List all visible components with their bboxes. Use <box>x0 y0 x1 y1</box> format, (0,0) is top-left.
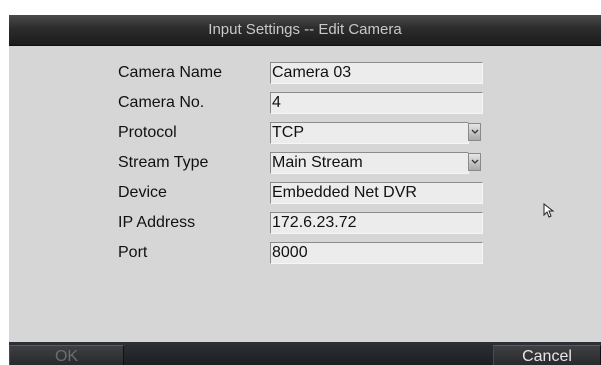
camera-name-label: Camera Name <box>118 64 223 81</box>
stream-type-label: Stream Type <box>118 154 209 171</box>
ok-button[interactable]: OK <box>9 345 124 365</box>
port-row: Port 8000 <box>9 241 601 265</box>
stream-type-row: Stream Type Main Stream <box>9 151 601 175</box>
mouse-cursor-icon <box>543 203 555 218</box>
stream-type-select[interactable]: Main Stream <box>270 152 469 174</box>
protocol-label: Protocol <box>118 124 177 141</box>
edit-camera-dialog: Input Settings -- Edit Camera Camera Nam… <box>9 15 601 365</box>
protocol-row: Protocol TCP <box>9 121 601 145</box>
chevron-down-icon <box>471 129 479 134</box>
camera-name-input[interactable]: Camera 03 <box>270 62 483 84</box>
camera-name-row: Camera Name Camera 03 <box>9 61 601 85</box>
port-input[interactable]: 8000 <box>270 242 483 264</box>
port-label: Port <box>118 244 148 261</box>
device-label: Device <box>118 184 167 201</box>
protocol-select[interactable]: TCP <box>270 122 469 144</box>
dialog-title: Input Settings -- Edit Camera <box>208 21 402 38</box>
cancel-button[interactable]: Cancel <box>493 345 601 365</box>
ip-address-input[interactable]: 172.6.23.72 <box>270 212 483 234</box>
stream-type-dropdown-button[interactable] <box>468 153 481 171</box>
chevron-down-icon <box>471 159 479 164</box>
camera-no-input[interactable]: 4 <box>270 92 483 114</box>
dialog-titlebar: Input Settings -- Edit Camera <box>9 15 601 46</box>
device-row: Device Embedded Net DVR <box>9 181 601 205</box>
device-input[interactable]: Embedded Net DVR <box>270 182 483 204</box>
camera-no-row: Camera No. 4 <box>9 91 601 115</box>
protocol-dropdown-button[interactable] <box>468 123 481 141</box>
camera-no-label: Camera No. <box>118 94 205 111</box>
ip-address-row: IP Address 172.6.23.72 <box>9 211 601 235</box>
ip-address-label: IP Address <box>118 214 196 231</box>
